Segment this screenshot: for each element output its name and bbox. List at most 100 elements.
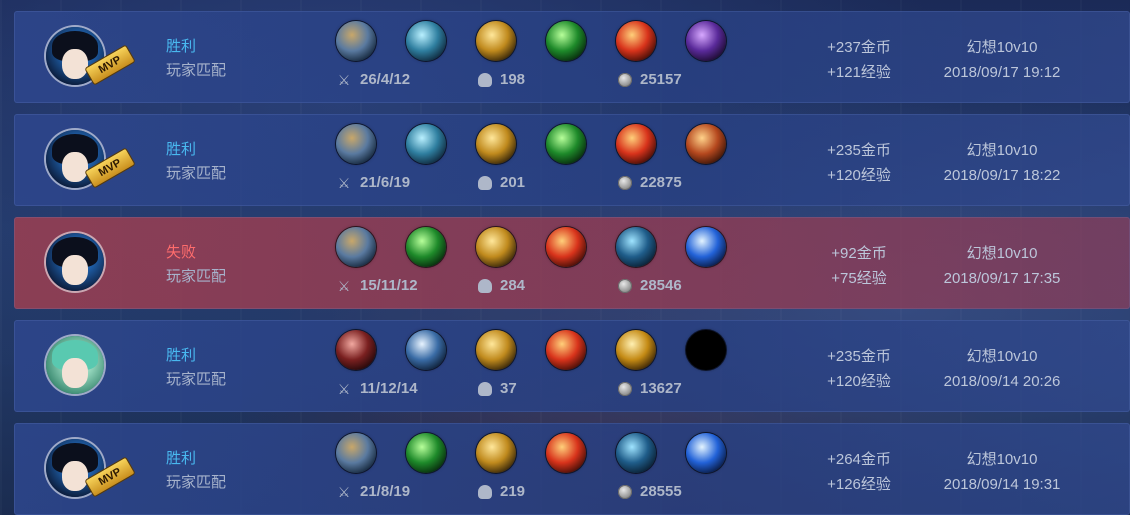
match-result: 胜利 (166, 450, 197, 467)
coin-icon (618, 278, 632, 293)
match-mode: 玩家匹配 (166, 268, 227, 285)
kda-stat: ⚔ 11/12/14 (337, 380, 418, 397)
match-row[interactable]: MVP 胜利 玩家匹配 ⚔ 26/4/12 198 25157 +237金币 +1… (14, 11, 1130, 103)
fire-trident-item-icon (546, 433, 586, 473)
kda-stat: ⚔ 21/8/19 (337, 483, 411, 500)
match-row[interactable]: 失败 玩家匹配 ⚔ 15/11/12 284 28546 +92金币 +75经验 … (14, 217, 1130, 309)
exp-reward: +120经验 (827, 373, 891, 390)
gold-claw-item-icon (476, 21, 516, 61)
gold-claw-item-icon (476, 330, 516, 370)
map-name: 幻想10v10 (966, 142, 1038, 159)
match-meta: 幻想10v10 2018/09/17 19:12 (929, 35, 1075, 85)
gold-reward: +235金币 (827, 348, 891, 365)
blue-ring-item-icon (616, 433, 656, 473)
rewards: +235金币 +120经验 (814, 138, 904, 188)
gold-stat: 25157 (618, 71, 682, 88)
hero-avatar (46, 233, 104, 291)
skull-stat: 284 (478, 277, 525, 294)
coin-icon (618, 381, 632, 396)
match-time: 2018/09/17 18:22 (943, 167, 1061, 184)
boots-item-icon (336, 21, 376, 61)
skull-stat: 198 (478, 71, 525, 88)
green-blade-item-icon (406, 433, 446, 473)
empty-item-slot-icon (686, 330, 726, 370)
hero-avatar (46, 336, 104, 394)
skull-icon (478, 278, 492, 293)
sword-icon: ⚔ (337, 380, 351, 397)
match-mode: 玩家匹配 (166, 474, 227, 491)
match-stats: ⚔ 21/6/19 201 22875 (336, 174, 736, 194)
fire-trident-item-icon (616, 21, 656, 61)
golden-spear-item-icon (616, 330, 656, 370)
gold-claw-item-icon (476, 433, 516, 473)
red-sword-item-icon (336, 330, 376, 370)
item-slots (336, 433, 736, 475)
match-meta: 幻想10v10 2018/09/17 18:22 (929, 138, 1075, 188)
amber-shield-item-icon (686, 124, 726, 164)
match-time: 2018/09/17 19:12 (943, 64, 1061, 81)
green-blade-item-icon (546, 21, 586, 61)
skull-icon (478, 175, 492, 190)
item-slots (336, 21, 736, 63)
skull-icon (478, 381, 492, 396)
boots-item-icon (336, 227, 376, 267)
gold-stat: 28546 (618, 277, 682, 294)
rewards: +235金币 +120经验 (814, 344, 904, 394)
gold-reward: +235金币 (827, 142, 891, 159)
item-slots (336, 227, 736, 269)
match-stats: ⚔ 11/12/14 37 13627 (336, 380, 736, 400)
skull-stat: 219 (478, 483, 525, 500)
green-blade-item-icon (406, 227, 446, 267)
match-stats: ⚔ 26/4/12 198 25157 (336, 71, 736, 91)
sword-icon: ⚔ (337, 483, 351, 500)
match-result: 胜利 (166, 141, 197, 158)
gold-claw-item-icon (476, 124, 516, 164)
boots-item-icon (336, 433, 376, 473)
purple-scythe-item-icon (686, 21, 726, 61)
sword-icon: ⚔ (337, 71, 351, 88)
gold-stat: 13627 (618, 380, 682, 397)
match-mode: 玩家匹配 (166, 371, 227, 388)
sword-icon: ⚔ (337, 277, 351, 294)
sword-icon: ⚔ (337, 174, 351, 191)
fire-trident-item-icon (616, 124, 656, 164)
match-meta: 幻想10v10 2018/09/17 17:35 (929, 241, 1075, 291)
match-mode: 玩家匹配 (166, 62, 227, 79)
match-mode: 玩家匹配 (166, 165, 227, 182)
match-row[interactable]: MVP 胜利 玩家匹配 ⚔ 21/8/19 219 28555 +264金币 +1… (14, 423, 1130, 515)
skull-icon (478, 484, 492, 499)
match-result: 胜利 (166, 38, 197, 55)
electric-blade-item-icon (686, 227, 726, 267)
rewards: +237金币 +121经验 (814, 35, 904, 85)
skull-stat: 37 (478, 380, 517, 397)
armor-item-icon (406, 330, 446, 370)
gold-claw-item-icon (476, 227, 516, 267)
match-time: 2018/09/14 20:26 (943, 373, 1061, 390)
match-time: 2018/09/17 17:35 (943, 270, 1061, 287)
map-name: 幻想10v10 (966, 245, 1038, 262)
coin-icon (618, 175, 632, 190)
kda-stat: ⚔ 15/11/12 (337, 277, 418, 294)
match-row[interactable]: 胜利 玩家匹配 ⚔ 11/12/14 37 13627 +235金币 +120经验… (14, 320, 1130, 412)
fire-trident-item-icon (546, 227, 586, 267)
skull-icon (478, 72, 492, 87)
item-slots (336, 330, 736, 372)
gold-reward: +237金币 (827, 39, 891, 56)
rewards: +264金币 +126经验 (814, 447, 904, 497)
rewards: +92金币 +75经验 (814, 241, 904, 291)
skull-stat: 201 (478, 174, 525, 191)
map-name: 幻想10v10 (966, 348, 1038, 365)
match-row[interactable]: MVP 胜利 玩家匹配 ⚔ 21/6/19 201 22875 +235金币 +1… (14, 114, 1130, 206)
blue-sword-item-icon (406, 21, 446, 61)
coin-icon (618, 484, 632, 499)
kda-stat: ⚔ 26/4/12 (337, 71, 411, 88)
blue-ring-item-icon (616, 227, 656, 267)
match-stats: ⚔ 15/11/12 284 28546 (336, 277, 736, 297)
match-time: 2018/09/14 19:31 (943, 476, 1061, 493)
gold-reward: +92金币 (831, 245, 887, 262)
match-stats: ⚔ 21/8/19 219 28555 (336, 483, 736, 503)
match-result: 胜利 (166, 347, 197, 364)
electric-blade-item-icon (686, 433, 726, 473)
match-meta: 幻想10v10 2018/09/14 20:26 (929, 344, 1075, 394)
exp-reward: +120经验 (827, 167, 891, 184)
